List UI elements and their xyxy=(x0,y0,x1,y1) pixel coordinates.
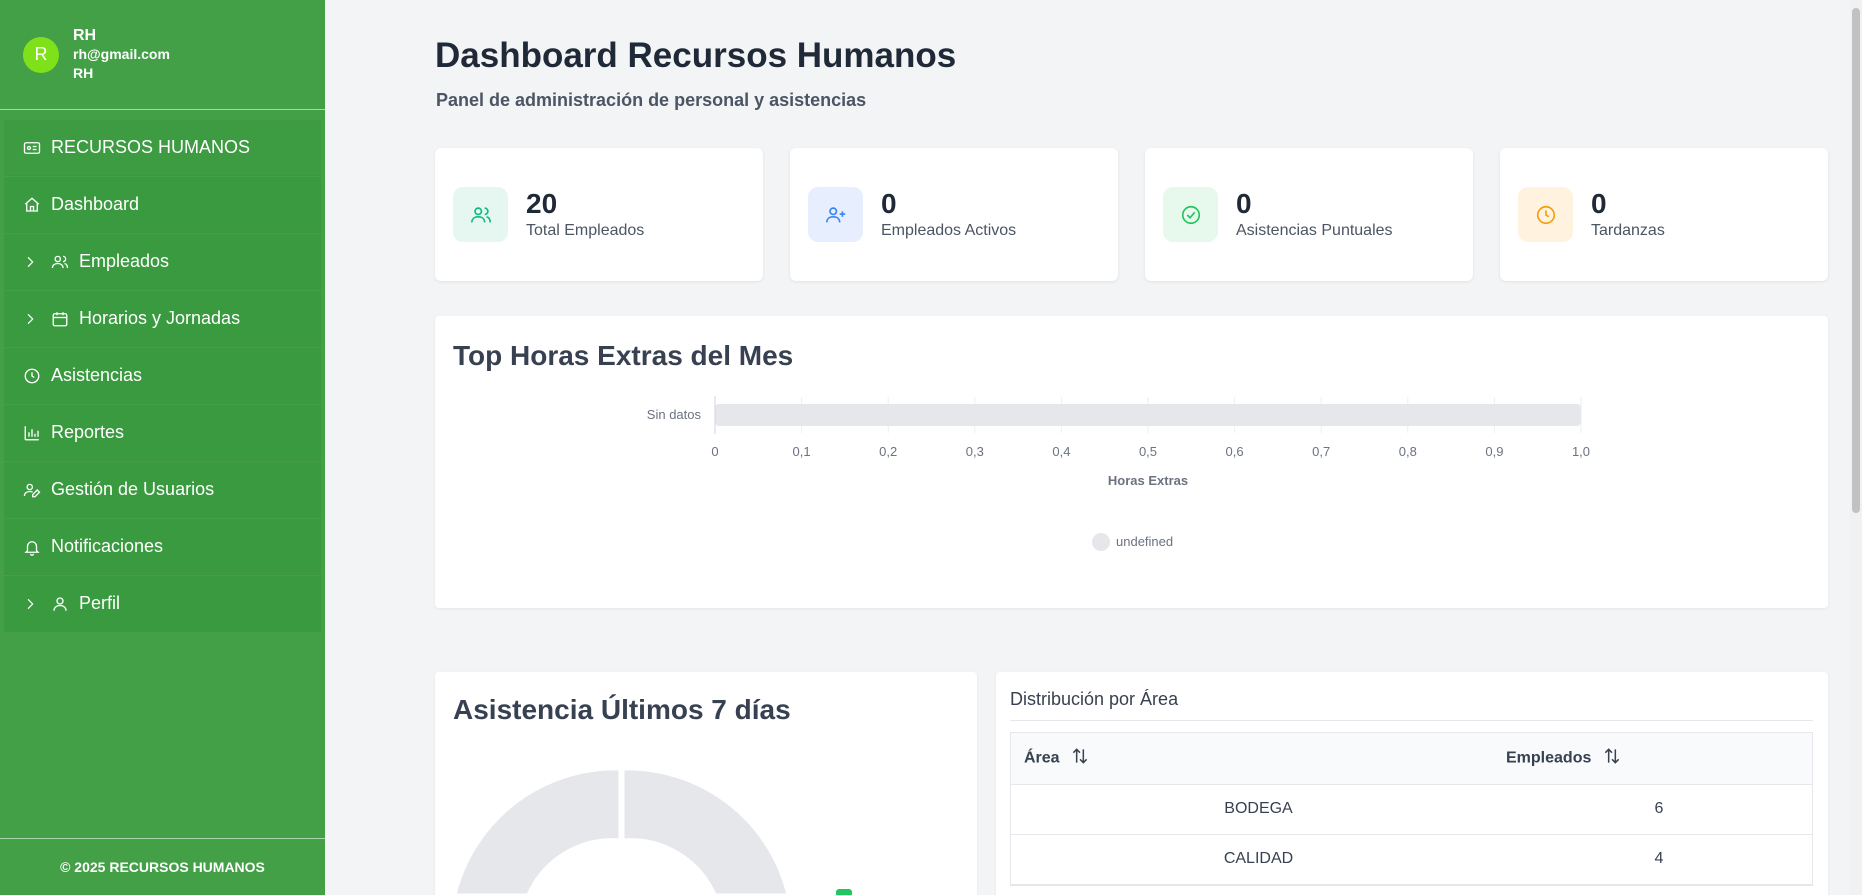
cell-area: BODEGA xyxy=(1011,784,1506,835)
stat-label: Total Empleados xyxy=(526,222,645,239)
home-icon xyxy=(22,195,42,215)
stat-value: 0 xyxy=(1591,188,1607,219)
sidebar-item-dashboard[interactable]: Dashboard xyxy=(4,177,321,232)
table-row: CALIDAD 4 xyxy=(1011,834,1812,885)
stat-card-empleados-activos: 0 Empleados Activos xyxy=(790,148,1118,281)
legend-swatch xyxy=(1092,533,1110,551)
avatar: R xyxy=(23,36,59,73)
sidebar-item-reportes[interactable]: Reportes xyxy=(4,405,321,460)
chevron-right-icon xyxy=(22,254,40,270)
sidebar-item-label: Gestión de Usuarios xyxy=(51,479,215,499)
sidebar-item-asistencias[interactable]: Asistencias xyxy=(4,348,321,403)
x-tick-label: 0,1 xyxy=(793,444,811,459)
user-profile: R RH rh@gmail.com RH xyxy=(0,0,325,110)
stat-value: 0 xyxy=(881,188,897,219)
sidebar-item-label: Dashboard xyxy=(51,194,140,214)
user-info: RH rh@gmail.com RH xyxy=(73,26,170,83)
scrollbar[interactable] xyxy=(1850,0,1862,895)
table-row: BODEGA 6 xyxy=(1011,784,1812,835)
cell-count: 4 xyxy=(1506,834,1812,885)
sort-icon[interactable] xyxy=(1602,748,1622,770)
stat-label: Empleados Activos xyxy=(881,222,1017,239)
x-axis-label: Horas Extras xyxy=(1108,473,1188,488)
x-tick-label: 0,6 xyxy=(1226,444,1244,459)
overtime-chart: 0 0,1 0,2 0,3 0,4 0,5 0,6 0,7 0,8 0,9 1,0 Sin datos… xyxy=(647,396,1590,551)
column-label: Área xyxy=(1024,749,1060,767)
bar xyxy=(715,404,1581,426)
chevron-right-icon xyxy=(22,311,40,327)
divider xyxy=(1010,720,1813,721)
sidebar-item-label: Empleados xyxy=(79,251,170,271)
sidebar-menu: RECURSOS HUMANOS Dashboard Empleados Hor… xyxy=(0,110,325,631)
x-tick-label: 0,4 xyxy=(1052,444,1070,459)
clock-icon xyxy=(1518,187,1573,242)
user-role: RH xyxy=(73,65,94,81)
id-card-icon xyxy=(22,138,42,158)
legend-swatch xyxy=(836,889,852,895)
bell-icon xyxy=(22,537,42,557)
donut-segment xyxy=(453,767,622,895)
sidebar: R RH rh@gmail.com RH RECURSOS HUMANOS Da… xyxy=(0,0,325,895)
user-email: rh@gmail.com xyxy=(73,46,170,62)
overtime-chart-card: Top Horas Extras del Mes 0 0,1 0,2 0,3 0,4 0,… xyxy=(435,316,1828,608)
x-tick-label: 1,0 xyxy=(1572,444,1590,459)
sidebar-item-label: Asistencias xyxy=(51,365,143,385)
sidebar-item-empleados[interactable]: Empleados xyxy=(4,234,321,289)
stat-card-asistencias-puntuales: 0 Asistencias Puntuales xyxy=(1145,148,1473,281)
page-subtitle: Panel de administración de personal y as… xyxy=(436,90,867,110)
stat-value: 20 xyxy=(526,188,558,219)
sidebar-item-label: Perfil xyxy=(79,593,121,613)
x-tick-label: 0,3 xyxy=(966,444,984,459)
area-distribution-card: Distribución por Área Área Empleados BOD… xyxy=(996,672,1828,895)
sidebar-item-horarios[interactable]: Horarios y Jornadas xyxy=(4,291,321,346)
sidebar-item-label: Notificaciones xyxy=(51,536,164,556)
legend-label: undefined xyxy=(1116,534,1173,549)
sidebar-item-usuarios[interactable]: Gestión de Usuarios xyxy=(4,462,321,517)
sidebar-header-item[interactable]: RECURSOS HUMANOS xyxy=(4,120,321,175)
main-content: Dashboard Recursos Humanos Panel de admi… xyxy=(325,0,1850,895)
calendar-icon xyxy=(50,309,70,329)
attendance-card: Asistencia Últimos 7 días xyxy=(435,672,977,895)
stat-value: 0 xyxy=(1236,188,1252,219)
users-icon xyxy=(50,252,70,272)
area-table: Área Empleados BODEGA 6 CALIDAD 4 xyxy=(1010,732,1813,886)
sidebar-item-notificaciones[interactable]: Notificaciones xyxy=(4,519,321,574)
sidebar-footer: © 2025 RECURSOS HUMANOS xyxy=(0,838,325,895)
column-header-empleados[interactable]: Empleados xyxy=(1506,733,1812,785)
donut-segment xyxy=(621,767,790,895)
chevron-right-icon xyxy=(22,596,40,612)
x-tick-label: 0,9 xyxy=(1485,444,1503,459)
user-name: RH xyxy=(73,27,97,44)
sort-icon[interactable] xyxy=(1070,748,1090,770)
user-plus-icon xyxy=(808,187,863,242)
clock-icon xyxy=(22,366,42,386)
cell-count: 6 xyxy=(1506,784,1812,835)
stat-label: Asistencias Puntuales xyxy=(1236,222,1393,239)
x-tick-label: 0,7 xyxy=(1312,444,1330,459)
column-header-area[interactable]: Área xyxy=(1011,733,1506,785)
stat-card-total-empleados: 20 Total Empleados xyxy=(435,148,763,281)
sidebar-header-label: RECURSOS HUMANOS xyxy=(51,137,251,157)
x-tick-label: 0,5 xyxy=(1139,444,1157,459)
sidebar-item-label: Reportes xyxy=(51,422,125,442)
area-table-title: Distribución por Área xyxy=(1010,689,1179,709)
column-label: Empleados xyxy=(1506,749,1592,767)
attendance-donut-chart xyxy=(453,767,852,895)
user-icon xyxy=(50,594,70,614)
x-tick-label: 0,2 xyxy=(879,444,897,459)
check-circle-icon xyxy=(1163,187,1218,242)
sidebar-item-label: Horarios y Jornadas xyxy=(79,308,241,328)
cell-area: CALIDAD xyxy=(1011,834,1506,885)
x-tick-label: 0 xyxy=(711,444,718,459)
user-edit-icon xyxy=(22,480,42,500)
x-tick-label: 0,8 xyxy=(1399,444,1417,459)
stat-label: Tardanzas xyxy=(1591,222,1665,239)
page-title: Dashboard Recursos Humanos xyxy=(435,36,957,75)
sidebar-item-perfil[interactable]: Perfil xyxy=(4,576,321,631)
scrollbar-thumb[interactable] xyxy=(1852,8,1860,513)
users-icon xyxy=(453,187,508,242)
y-tick-label: Sin datos xyxy=(647,407,702,422)
bar-chart-icon xyxy=(22,423,42,443)
stat-card-tardanzas: 0 Tardanzas xyxy=(1500,148,1828,281)
